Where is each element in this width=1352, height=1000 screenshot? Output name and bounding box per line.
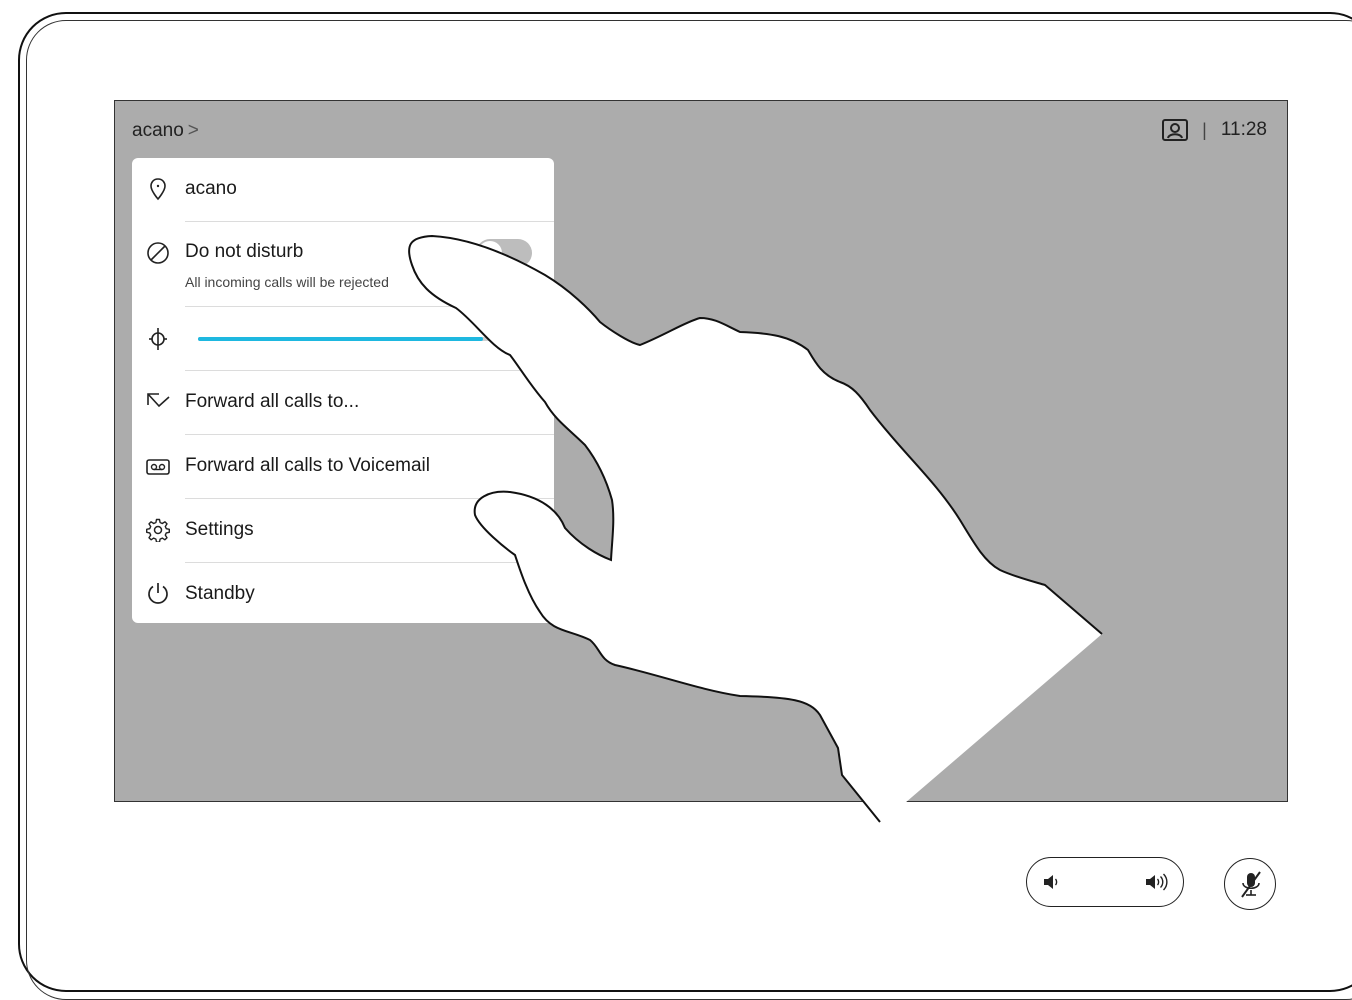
menu-item-do-not-disturb[interactable]: Do not disturb All incoming calls will b…	[132, 222, 554, 306]
voicemail-icon	[146, 459, 170, 475]
header-status: | 11:28	[1162, 119, 1267, 141]
volume-control	[1026, 857, 1184, 907]
menu-item-forward-all-calls[interactable]: Forward all calls to...	[132, 371, 554, 434]
volume-up-icon[interactable]	[1143, 871, 1171, 893]
menu-item-forward-voicemail[interactable]: Forward all calls to Voicemail	[132, 435, 554, 498]
brightness-slider[interactable]	[198, 337, 498, 341]
do-not-disturb-icon	[147, 242, 169, 264]
volume-down-icon[interactable]	[1041, 871, 1063, 893]
gear-icon	[146, 518, 170, 542]
touch-screen: acano > | 11:28 acano Do not disturb All…	[114, 100, 1288, 802]
brightness-slider-fill	[198, 337, 483, 341]
microphone-mute-button[interactable]	[1224, 858, 1276, 910]
menu-item-standby[interactable]: Standby	[132, 563, 554, 623]
do-not-disturb-toggle[interactable]	[476, 239, 532, 267]
brightness-icon	[149, 328, 167, 350]
menu-item-brightness	[132, 307, 554, 370]
location-pin-icon	[150, 178, 166, 201]
menu-item-label: Forward all calls to Voicemail	[185, 455, 430, 476]
menu-item-label: Do not disturb	[185, 241, 304, 262]
chevron-right-icon: >	[187, 120, 199, 141]
menu-item-label: Standby	[185, 583, 255, 604]
dropdown-menu: acano Do not disturb All incoming calls …	[132, 158, 554, 623]
microphone-muted-icon	[1241, 871, 1261, 898]
clock: 11:28	[1220, 119, 1267, 140]
toggle-knob	[478, 241, 502, 265]
header-title: acano	[132, 120, 184, 141]
menu-item-settings[interactable]: Settings	[132, 499, 554, 562]
menu-item-sublabel: All incoming calls will be rejected	[185, 274, 389, 290]
menu-item-label: acano	[185, 178, 237, 199]
header-title-button[interactable]: acano >	[132, 120, 199, 142]
menu-item-label: Settings	[185, 519, 254, 540]
header-separator: |	[1202, 119, 1207, 140]
forward-arrow-icon	[147, 393, 170, 408]
selfview-icon[interactable]	[1162, 119, 1189, 141]
power-icon	[148, 583, 168, 604]
menu-item-label: Forward all calls to...	[185, 391, 360, 412]
menu-item-system-name[interactable]: acano	[132, 158, 554, 221]
